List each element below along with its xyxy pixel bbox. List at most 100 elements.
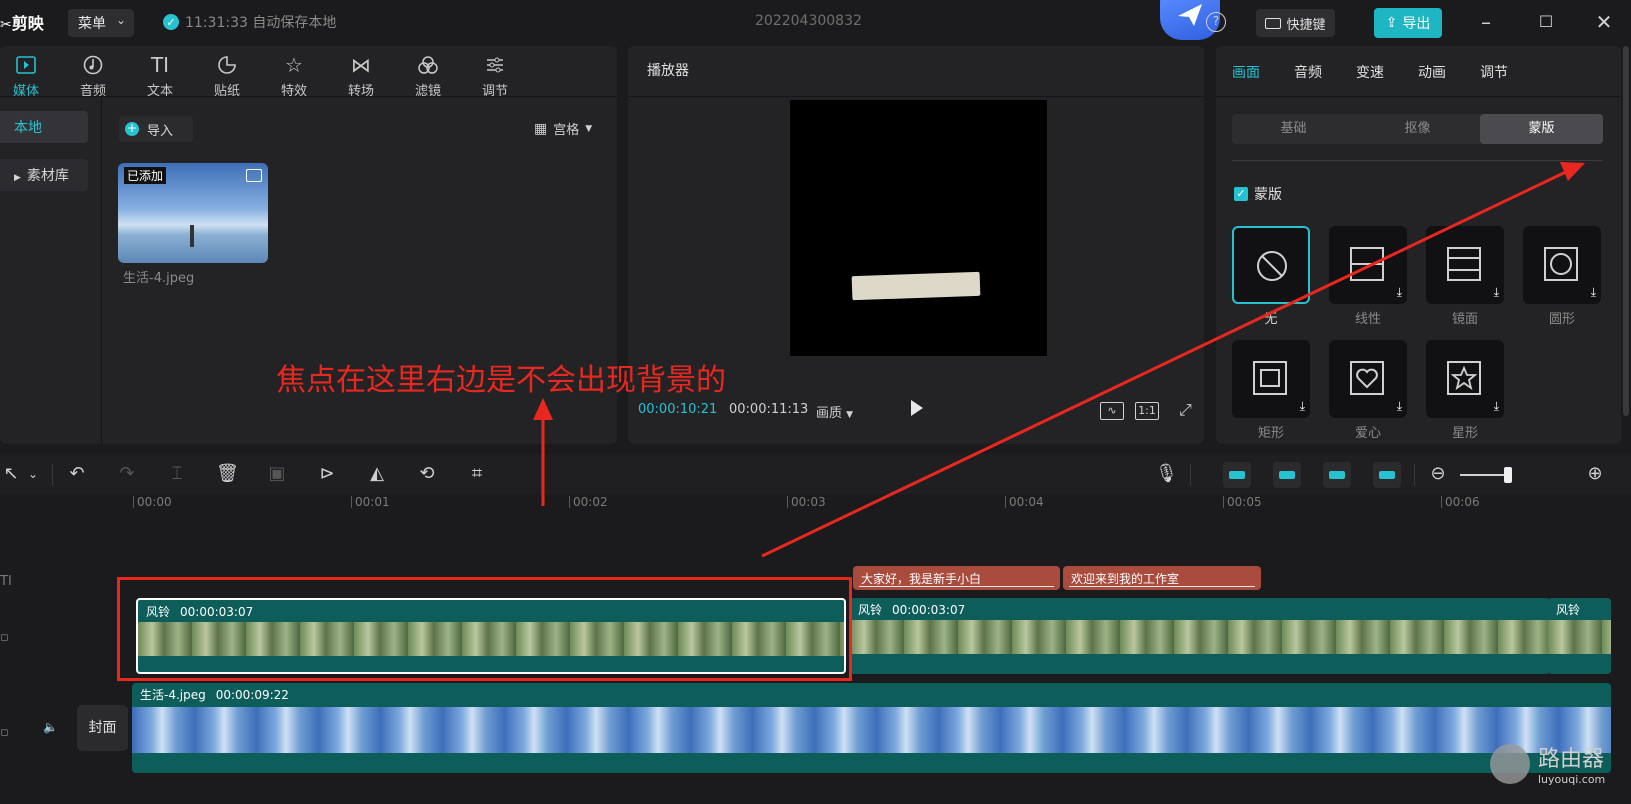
import-button[interactable]: + 导入: [119, 116, 193, 142]
tab-text[interactable]: TI 文本: [130, 50, 190, 99]
timeline-ruler[interactable]: 00:00 00:01 00:02 00:03 00:04 00:05 00:0…: [0, 494, 1631, 516]
properties-scrollbar[interactable]: [1621, 46, 1631, 444]
preview-canvas[interactable]: [790, 100, 1047, 356]
side-item-library[interactable]: ▶ 素材库: [0, 159, 88, 191]
tab-audio[interactable]: 音频: [63, 50, 123, 99]
mask-option-rectangle[interactable]: ⤓: [1232, 340, 1310, 418]
text-clip[interactable]: 大家好，我是新手小白: [853, 566, 1060, 590]
sub-tab-mask[interactable]: 蒙版: [1480, 114, 1603, 144]
mask-option-circle[interactable]: ⤓: [1523, 226, 1601, 304]
tab-transition[interactable]: ⋈ 转场: [331, 50, 391, 99]
crop-icon[interactable]: ⌗: [466, 463, 488, 485]
media-icon: [0, 50, 56, 80]
keyboard-icon: [1265, 17, 1282, 29]
added-badge: 已添加: [124, 167, 167, 184]
maximize-icon[interactable]: ☐: [1533, 12, 1559, 31]
tab-adjust[interactable]: 调节: [465, 50, 525, 99]
video-track-icon: ▫: [0, 630, 9, 645]
grid-icon: ▦: [534, 120, 548, 137]
quality-dropdown[interactable]: 画质 ▼: [816, 402, 853, 421]
fullscreen-icon[interactable]: ⤢: [1179, 400, 1192, 420]
split-icon[interactable]: ⌶: [166, 463, 188, 485]
cover-button[interactable]: 封面: [77, 705, 128, 751]
mask-option-none[interactable]: [1232, 226, 1310, 304]
delete-icon[interactable]: 🗑: [216, 463, 239, 485]
sub-tab-cutout[interactable]: 抠像: [1356, 114, 1479, 144]
watermark: 路由器 luyouqi.com: [1490, 741, 1605, 786]
zoom-slider-knob[interactable]: [1504, 467, 1512, 483]
main-track-magnet-icon[interactable]: [1223, 462, 1251, 488]
transition-icon: ⋈: [351, 53, 371, 77]
text-track-icon: TI: [0, 574, 12, 589]
title-bar: ✂剪映 菜单 ⌄ ✓ 11:31:33 自动保存本地 202204300832 ?…: [0, 0, 1631, 46]
preview-axis-icon[interactable]: [1373, 462, 1401, 488]
none-mask-icon: [1257, 251, 1287, 281]
close-icon[interactable]: ✕: [1591, 10, 1617, 34]
linear-mask-icon: [1350, 247, 1384, 281]
view-mode-dropdown[interactable]: ▦ 宫格 ▼: [534, 119, 592, 139]
video-clip[interactable]: 风铃 00:00:03:07: [850, 598, 1550, 674]
text-clip[interactable]: 欢迎来到我的工作室: [1063, 566, 1261, 590]
chevron-down-icon: ⌄: [115, 13, 126, 27]
plus-icon: +: [125, 121, 139, 136]
waveform-icon[interactable]: ∿: [1100, 402, 1124, 420]
redo-icon[interactable]: ↷: [116, 463, 138, 485]
undo-icon[interactable]: ↶: [66, 463, 88, 485]
checkbox-checked-icon: ✓: [1234, 187, 1248, 201]
heart-mask-icon: [1350, 361, 1384, 395]
tab-prop-audio[interactable]: 音频: [1294, 62, 1322, 82]
mask-checkbox[interactable]: ✓ 蒙版: [1234, 184, 1282, 204]
microphone-icon[interactable]: 🎙: [1155, 463, 1178, 485]
export-button[interactable]: ⇪ 导出: [1374, 8, 1442, 38]
circle-mask-icon: [1544, 247, 1578, 281]
zoom-in-icon[interactable]: ⊕: [1584, 463, 1606, 485]
app-logo: ✂剪映: [0, 14, 44, 33]
check-circle-icon: ✓: [163, 14, 179, 30]
auto-snap-icon[interactable]: [1273, 462, 1301, 488]
main-track-icon: ▫: [0, 725, 9, 740]
mask-option-linear[interactable]: ⤓: [1329, 226, 1407, 304]
linkage-icon[interactable]: [1323, 462, 1351, 488]
watermark-title: 路由器: [1538, 747, 1605, 772]
play-icon[interactable]: [911, 400, 923, 416]
reverse-play-icon[interactable]: ⊳: [316, 463, 338, 485]
autosave-text: 11:31:33 自动保存本地: [185, 15, 337, 31]
mask-label-circle: 圆形: [1548, 312, 1575, 327]
shortcut-button[interactable]: 快捷键: [1256, 9, 1335, 37]
router-logo-icon: [1490, 743, 1530, 784]
freeze-frame-icon[interactable]: ▣: [266, 463, 288, 485]
clip-filmstrip: [1548, 620, 1611, 654]
menu-button[interactable]: 菜单 ⌄: [68, 9, 134, 37]
minimize-icon[interactable]: –: [1473, 10, 1499, 34]
tab-effects[interactable]: ☆ 特效: [264, 50, 324, 99]
video-clip[interactable]: 风铃: [1548, 598, 1611, 674]
tab-picture[interactable]: 画面: [1232, 62, 1260, 82]
select-cursor-icon[interactable]: ↖: [0, 463, 22, 485]
clip-header: 风铃: [1556, 603, 1581, 617]
media-thumbnail[interactable]: 已添加: [118, 163, 268, 263]
side-item-local[interactable]: 本地: [0, 111, 88, 143]
ratio-button[interactable]: 1:1: [1135, 402, 1159, 420]
mirror-icon[interactable]: ◭: [366, 463, 388, 485]
export-icon: ⇪: [1385, 15, 1398, 31]
speaker-icon[interactable]: 🔈: [43, 720, 58, 734]
help-icon[interactable]: ?: [1206, 12, 1226, 32]
filter-icon: [398, 50, 458, 80]
ruler-tick: [133, 496, 134, 508]
ruler-label: 00:00: [137, 495, 172, 509]
chevron-down-icon[interactable]: ⌄: [22, 463, 44, 485]
tab-speed[interactable]: 变速: [1356, 62, 1384, 82]
rotate-icon[interactable]: ⟲: [416, 463, 438, 485]
zoom-out-icon[interactable]: ⊖: [1427, 463, 1449, 485]
mask-option-mirror[interactable]: ⤓: [1426, 226, 1504, 304]
tab-animation[interactable]: 动画: [1418, 62, 1446, 82]
tab-filter[interactable]: 滤镜: [398, 50, 458, 99]
mask-option-star[interactable]: ⤓: [1426, 340, 1504, 418]
tab-sticker[interactable]: 贴纸: [197, 50, 257, 99]
sub-tab-basic[interactable]: 基础: [1232, 114, 1355, 144]
tab-media[interactable]: 媒体: [0, 50, 56, 99]
image-clip[interactable]: 生活-4.jpeg 00:00:09:22: [132, 683, 1611, 773]
scrollbar-thumb[interactable]: [1623, 46, 1629, 416]
tab-prop-adjust[interactable]: 调节: [1480, 62, 1508, 82]
mask-option-heart[interactable]: ⤓: [1329, 340, 1407, 418]
